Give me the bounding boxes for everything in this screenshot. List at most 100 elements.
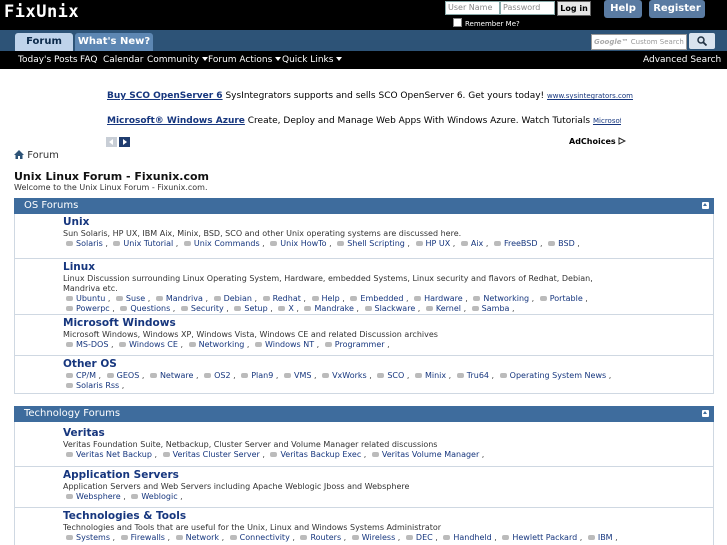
nav-community[interactable]: Community — [147, 51, 209, 69]
search-input[interactable]: Google™ Custom Search — [591, 34, 687, 50]
subforum-link[interactable]: Debian — [211, 294, 252, 303]
subforum-link[interactable]: Setup — [231, 304, 267, 313]
subforum-link[interactable]: Redhat — [260, 294, 301, 303]
tab-forum[interactable]: Forum — [15, 33, 73, 51]
collapse-icon[interactable] — [702, 410, 709, 417]
subforum-link[interactable]: Samba — [469, 304, 510, 313]
subforum-link[interactable]: Networking — [470, 294, 529, 303]
subforum-link[interactable]: Veritas Cluster Server — [160, 450, 260, 459]
subforum-link[interactable]: Unix Tutorial — [110, 239, 173, 248]
ad-url[interactable]: Microsoft.com/Cloud/Wi — [593, 117, 621, 125]
ad-title[interactable]: Buy SCO OpenServer 6 — [107, 91, 223, 101]
nav-calendar[interactable]: Calendar — [103, 51, 143, 69]
subforum-link[interactable]: Netware — [147, 371, 194, 380]
forum-title-other-os[interactable]: Other OS — [63, 358, 633, 371]
subforum-link[interactable]: OS2 — [201, 371, 230, 380]
subforum-link[interactable]: Slackware — [362, 304, 416, 313]
subforum-link[interactable]: Networking — [186, 340, 245, 349]
subforum-link[interactable]: Solaris Rss — [63, 381, 119, 390]
subforum-link[interactable]: IBM — [585, 533, 613, 542]
forum-title-application-servers[interactable]: Application Servers — [63, 469, 713, 482]
subforum-link[interactable]: MS-DOS — [63, 340, 108, 349]
subforum-link[interactable]: Solaris — [63, 239, 103, 248]
tab-whats-new[interactable]: What's New? — [75, 33, 153, 51]
ad-prev-icon[interactable] — [106, 137, 117, 147]
subforum-link[interactable]: Connectivity — [227, 533, 290, 542]
ad-url[interactable]: www.sysintegrators.com — [547, 92, 633, 100]
ad-line[interactable]: Microsoft® Windows Azure Create, Deploy … — [107, 116, 621, 126]
forum-title-veritas[interactable]: Veritas — [63, 427, 713, 440]
nav-forum-actions[interactable]: Forum Actions — [208, 51, 282, 69]
subforum-link[interactable]: FreeBSD — [491, 239, 538, 248]
subforum-link[interactable]: Help — [309, 294, 340, 303]
subforum-link[interactable]: Firewalls — [118, 533, 165, 542]
login-button[interactable]: Log in — [557, 1, 591, 16]
subforum-link[interactable]: Security — [178, 304, 224, 313]
subforum-link[interactable]: Questions — [117, 304, 170, 313]
nav-quick-links[interactable]: Quick Links — [282, 51, 343, 69]
subforum-link[interactable]: Handheld — [440, 533, 491, 542]
password-input[interactable]: Password — [500, 1, 555, 15]
subforum-link[interactable]: Wireless — [349, 533, 395, 542]
subforum-link[interactable]: BSD — [545, 239, 575, 248]
subforum-link[interactable]: GEOS — [104, 371, 140, 380]
subforum-link[interactable]: Plan9 — [238, 371, 273, 380]
subforum-link[interactable]: Minix — [412, 371, 446, 380]
subforum-link[interactable]: Unix HowTo — [267, 239, 326, 248]
nav-advanced-search[interactable]: Advanced Search — [643, 51, 721, 69]
subforum-link[interactable]: Veritas Backup Exec — [267, 450, 361, 459]
remember-checkbox[interactable] — [453, 18, 462, 27]
remember-me[interactable]: Remember Me? — [453, 18, 520, 28]
subforum-link[interactable]: DEC — [403, 533, 433, 542]
home-icon[interactable] — [14, 150, 24, 159]
subforum-link[interactable]: CP/M — [63, 371, 96, 380]
adchoices[interactable]: AdChoices — [569, 137, 627, 146]
subforum-link[interactable]: Mandriva — [153, 294, 203, 303]
subforum-link[interactable]: Weblogic — [128, 492, 177, 501]
forum-title-unix[interactable]: Unix — [63, 216, 713, 229]
subforum-link[interactable]: Tru64 — [454, 371, 489, 380]
breadcrumb-forum[interactable]: Forum — [27, 150, 59, 161]
register-button[interactable]: Register — [649, 0, 705, 18]
search-button[interactable] — [689, 33, 715, 49]
help-button[interactable]: Help — [604, 0, 642, 18]
ad-next-icon[interactable] — [119, 137, 130, 147]
subforum-link[interactable]: HP UX — [413, 239, 451, 248]
subforum-link[interactable]: Suse — [113, 294, 145, 303]
subforum-link[interactable]: VxWorks — [319, 371, 367, 380]
ad-line[interactable]: Buy SCO OpenServer 6 SysIntegrators supp… — [107, 91, 633, 101]
collapse-icon[interactable] — [702, 202, 709, 209]
subforum-link[interactable]: Windows CE — [116, 340, 178, 349]
subforum-link[interactable]: Operating System News — [497, 371, 607, 380]
site-logo[interactable]: FixUnix — [4, 2, 79, 22]
nav-faq[interactable]: FAQ — [80, 51, 97, 69]
subforum-link[interactable]: Portable — [537, 294, 583, 303]
subforum-link[interactable]: Mandrake — [301, 304, 353, 313]
subforum-link[interactable]: VMS — [281, 371, 311, 380]
forum-title-linux[interactable]: Linux — [63, 261, 613, 274]
subforum-link[interactable]: Ubuntu — [63, 294, 105, 303]
subforum-link[interactable]: Powerpc — [63, 304, 110, 313]
subforum-link[interactable]: Websphere — [63, 492, 121, 501]
subforum-link[interactable]: Programmer — [322, 340, 385, 349]
subforum-link[interactable]: Aix — [458, 239, 483, 248]
subforum-link[interactable]: Kernel — [423, 304, 461, 313]
subforum-link[interactable]: X — [275, 304, 293, 313]
subforum-link[interactable]: Veritas Volume Manager — [369, 450, 479, 459]
subforum-link[interactable]: Embedded — [347, 294, 403, 303]
subforum-link[interactable]: Hardware — [411, 294, 463, 303]
subforum-link[interactable]: Windows NT — [252, 340, 314, 349]
forum-title-microsoft-windows[interactable]: Microsoft Windows — [63, 317, 713, 330]
ad-title[interactable]: Microsoft® Windows Azure — [107, 116, 245, 126]
forum-title-technologies-tools[interactable]: Technologies & Tools — [63, 510, 713, 523]
subforum-link[interactable]: Network — [173, 533, 219, 542]
nav-todays-posts[interactable]: Today's Posts — [18, 51, 78, 69]
subforum-link[interactable]: Hewlett Packard — [499, 533, 577, 542]
subforum-link[interactable]: Shell Scripting — [334, 239, 405, 248]
subforum-link[interactable]: Unix Commands — [181, 239, 260, 248]
subforum-link[interactable]: Routers — [297, 533, 341, 542]
subforum-link[interactable]: Systems — [63, 533, 110, 542]
subforum-link[interactable]: SCO — [374, 371, 404, 380]
subforum-link[interactable]: Veritas Net Backup — [63, 450, 152, 459]
username-input[interactable]: User Name — [445, 1, 500, 15]
